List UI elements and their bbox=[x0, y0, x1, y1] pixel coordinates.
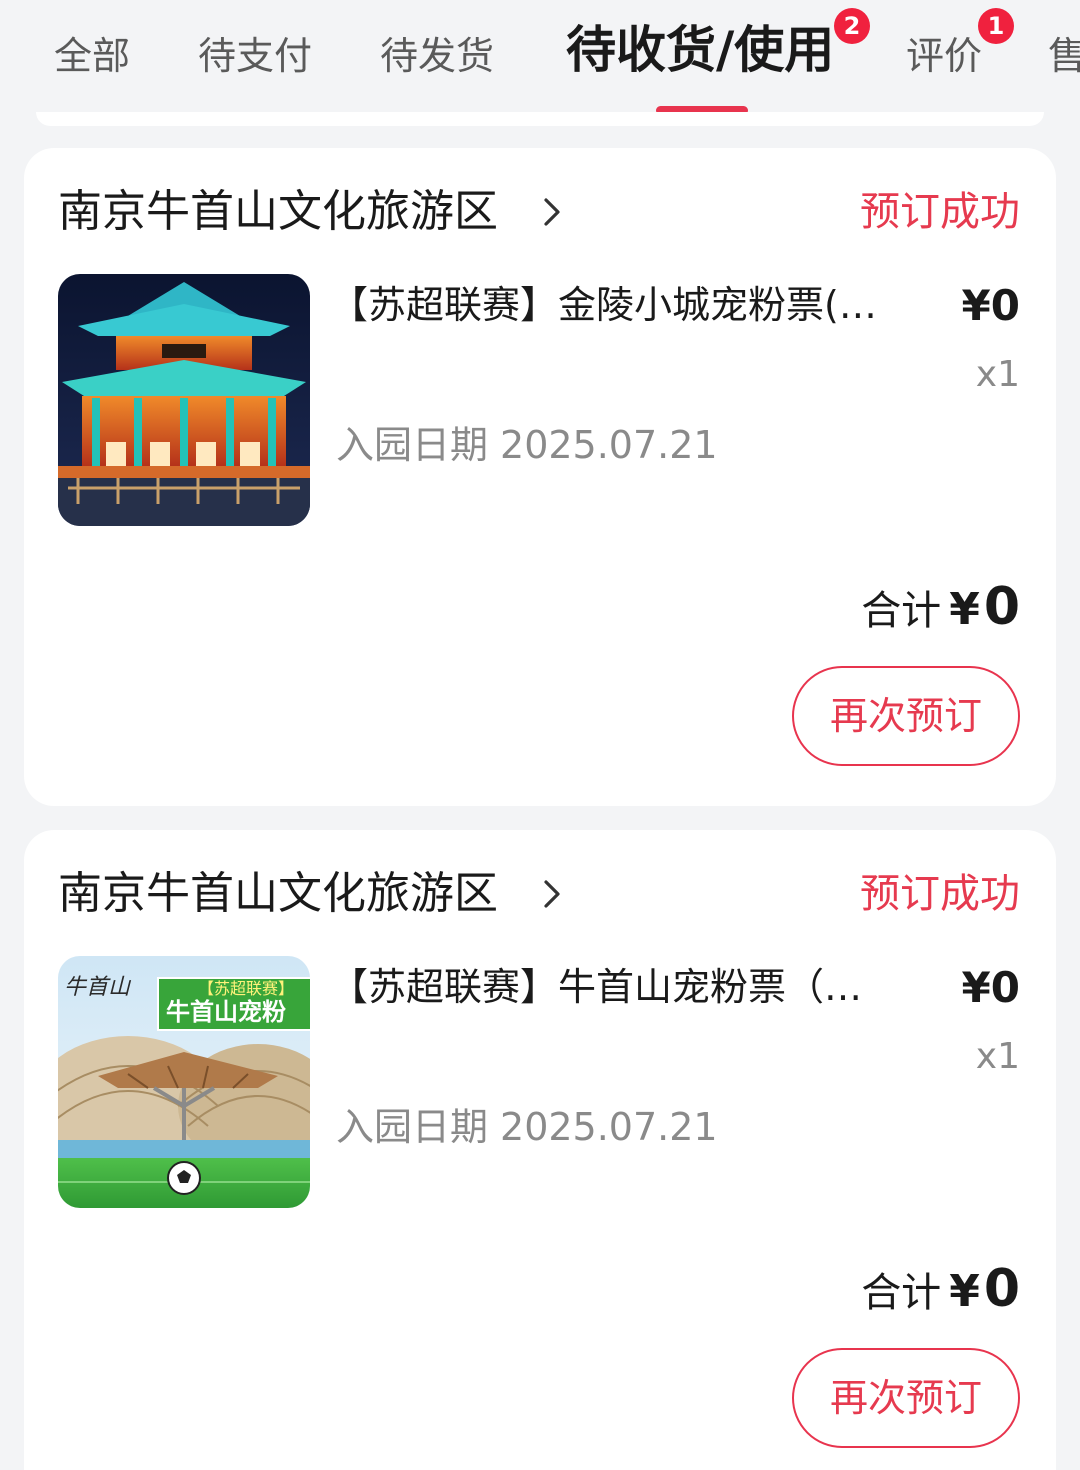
shop-name[interactable]: 南京牛首山文化旅游区 bbox=[58, 864, 498, 924]
order-card: 南京牛首山文化旅游区 预订成功 bbox=[24, 148, 1056, 806]
unit-price: ¥0 bbox=[961, 963, 1020, 1012]
visit-date-label: 入园日期 bbox=[336, 423, 489, 467]
visit-date: 入园日期 2025.07.21 bbox=[336, 1100, 718, 1154]
poster-tag-text: 【苏超联赛】 bbox=[198, 979, 294, 998]
total-value: 0 bbox=[983, 1259, 1020, 1319]
total-currency: ¥ bbox=[949, 1266, 980, 1317]
order-status: 预订成功 bbox=[860, 189, 1020, 235]
total-label: 合计 bbox=[861, 1270, 942, 1316]
product-title[interactable]: 【苏超联赛】金陵小城宠粉票(… bbox=[330, 278, 890, 332]
visit-date: 入园日期 2025.07.21 bbox=[336, 418, 718, 472]
visit-date-label: 入园日期 bbox=[336, 1105, 489, 1149]
unit-price: ¥0 bbox=[961, 281, 1020, 330]
quantity: x1 bbox=[975, 1036, 1020, 1077]
order-status: 预订成功 bbox=[860, 871, 1020, 917]
quantity: x1 bbox=[975, 354, 1020, 395]
tab-badge-review: 1 bbox=[978, 8, 1014, 44]
tab-pending-payment[interactable]: 待支付 bbox=[198, 28, 312, 84]
chevron-right-icon[interactable] bbox=[534, 876, 570, 912]
order-status-tabs: 全部 待支付 待发货 待收货/使用 2 评价 1 售 bbox=[0, 0, 1080, 120]
shop-name[interactable]: 南京牛首山文化旅游区 bbox=[58, 182, 498, 242]
chevron-right-icon[interactable] bbox=[534, 194, 570, 230]
product-title[interactable]: 【苏超联赛】牛首山宠粉票（… bbox=[330, 960, 890, 1014]
football-stadium-poster-icon: 牛首山 【苏超联赛】 牛首山宠粉 bbox=[58, 956, 310, 1208]
order-total: 合计 ¥0 bbox=[861, 1256, 1020, 1334]
product-thumbnail[interactable] bbox=[58, 274, 310, 526]
tab-all[interactable]: 全部 bbox=[54, 28, 130, 84]
previous-card-edge bbox=[36, 112, 1044, 126]
rebook-button[interactable]: 再次预订 bbox=[792, 1348, 1020, 1448]
temple-night-photo-icon bbox=[58, 274, 310, 526]
visit-date-value: 2025.07.21 bbox=[500, 1105, 718, 1149]
tab-badge-pending-receipt: 2 bbox=[834, 8, 870, 44]
poster-title-text: 牛首山宠粉 bbox=[166, 998, 286, 1026]
product-thumbnail[interactable]: 牛首山 【苏超联赛】 牛首山宠粉 bbox=[58, 956, 310, 1208]
total-label: 合计 bbox=[861, 588, 942, 634]
total-currency: ¥ bbox=[949, 584, 980, 635]
total-value: 0 bbox=[983, 577, 1020, 637]
order-total: 合计 ¥0 bbox=[861, 574, 1020, 652]
tab-pending-shipment[interactable]: 待发货 bbox=[380, 28, 494, 84]
order-card: 南京牛首山文化旅游区 预订成功 bbox=[24, 830, 1056, 1470]
tab-pending-receipt-use[interactable]: 待收货/使用 bbox=[566, 22, 834, 78]
poster-logo-text: 牛首山 bbox=[64, 975, 132, 1000]
tab-review[interactable]: 评价 bbox=[906, 28, 982, 84]
visit-date-value: 2025.07.21 bbox=[500, 423, 718, 467]
tab-after-sales[interactable]: 售 bbox=[1048, 28, 1080, 84]
rebook-button[interactable]: 再次预订 bbox=[792, 666, 1020, 766]
